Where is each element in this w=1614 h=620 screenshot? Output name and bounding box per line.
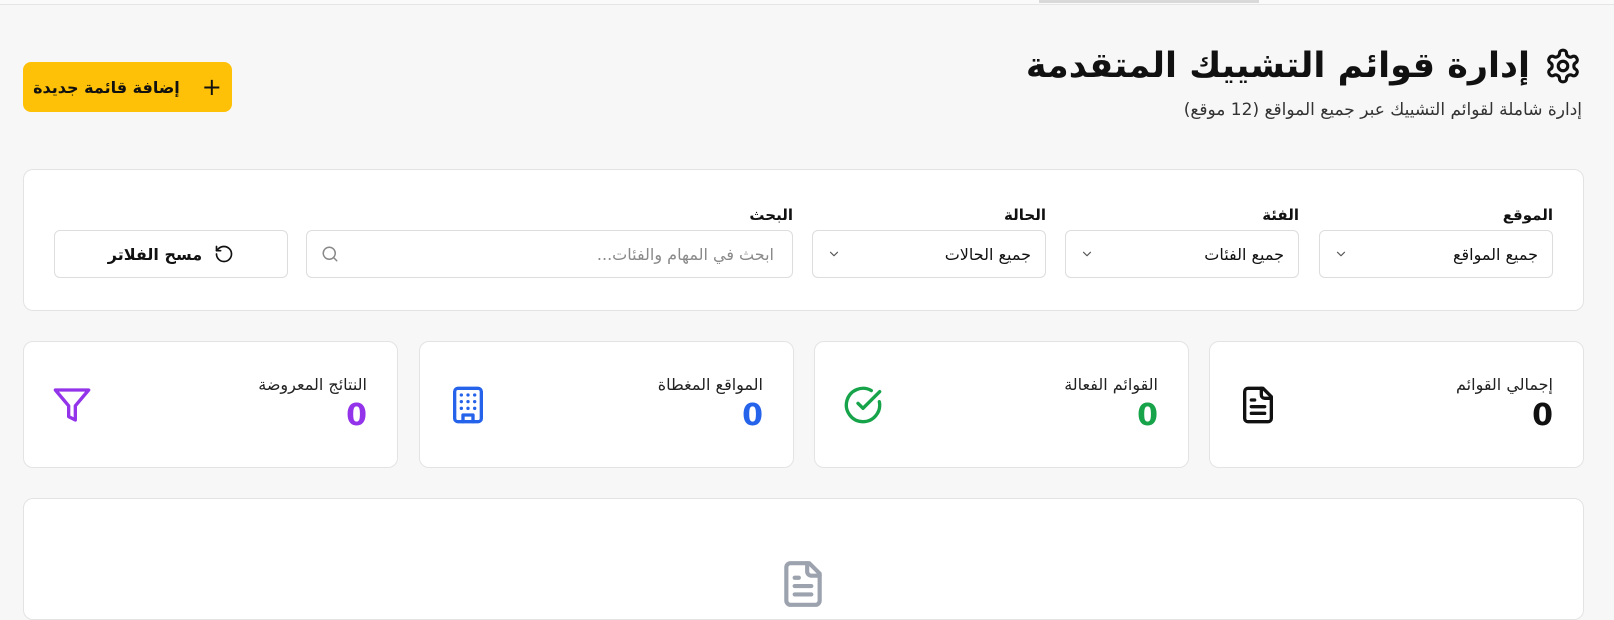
stat-value: 0 (742, 398, 763, 433)
gear-icon (1547, 48, 1579, 84)
empty-state-card (23, 498, 1584, 620)
clear-filters-button[interactable]: مسح الفلاتر (54, 230, 288, 278)
location-select[interactable]: جميع المواقع (1319, 230, 1553, 278)
status-value: جميع الحالات (944, 244, 1031, 264)
category-label: الفئة (1262, 206, 1299, 224)
stat-value: 0 (1137, 398, 1158, 433)
stat-label: إجمالي القوائم (1456, 375, 1553, 394)
stat-label: المواقع المغطاة (657, 375, 763, 394)
clear-filters-label: مسح الفلاتر (107, 244, 203, 264)
location-value: جميع المواقع (1452, 244, 1538, 264)
search-box (306, 230, 793, 278)
check-circle-icon (844, 386, 882, 424)
stat-value: 0 (346, 398, 367, 433)
stat-label: القوائم الفعالة (1064, 375, 1158, 394)
chevron-down-icon (1082, 251, 1092, 257)
add-button-label: إضافة قائمة جديدة (33, 77, 180, 97)
status-label: الحالة (1004, 206, 1046, 224)
chevron-down-icon (829, 251, 839, 257)
filters-panel: الموقع جميع المواقع الفئة جميع الفئات ال… (23, 169, 1584, 311)
stat-card-active: القوائم الفعالة 0 (814, 341, 1189, 468)
page-title: إدارة قوائم التشييك المتقدمة (1025, 46, 1530, 86)
document-icon (784, 561, 822, 607)
top-bar (0, 0, 1614, 5)
stat-value: 0 (1532, 398, 1553, 433)
building-icon (453, 386, 483, 424)
stat-card-results: النتائج المعروضة 0 (23, 341, 398, 468)
search-label: البحث (749, 206, 793, 224)
active-tab-indicator (1039, 0, 1259, 3)
filter-icon (53, 388, 91, 422)
page-header: إدارة قوائم التشييك المتقدمة إدارة شاملة… (1026, 44, 1582, 120)
search-icon (322, 246, 338, 262)
status-select[interactable]: جميع الحالات (812, 230, 1046, 278)
location-label: الموقع (1502, 206, 1553, 224)
search-input[interactable] (352, 243, 776, 265)
document-icon (1243, 386, 1273, 424)
add-new-list-button[interactable]: + إضافة قائمة جديدة (23, 62, 232, 112)
stat-card-locations: المواقع المغطاة 0 (419, 341, 794, 468)
plus-icon: + (201, 73, 222, 101)
reset-icon (215, 245, 233, 263)
stat-card-total: إجمالي القوائم 0 (1209, 341, 1584, 468)
chevron-down-icon (1336, 251, 1346, 257)
page-subtitle: إدارة شاملة لقوائم التشييك عبر جميع المو… (1183, 100, 1582, 120)
category-value: جميع الفئات (1204, 244, 1284, 264)
stat-label: النتائج المعروضة (258, 375, 367, 394)
category-select[interactable]: جميع الفئات (1065, 230, 1299, 278)
